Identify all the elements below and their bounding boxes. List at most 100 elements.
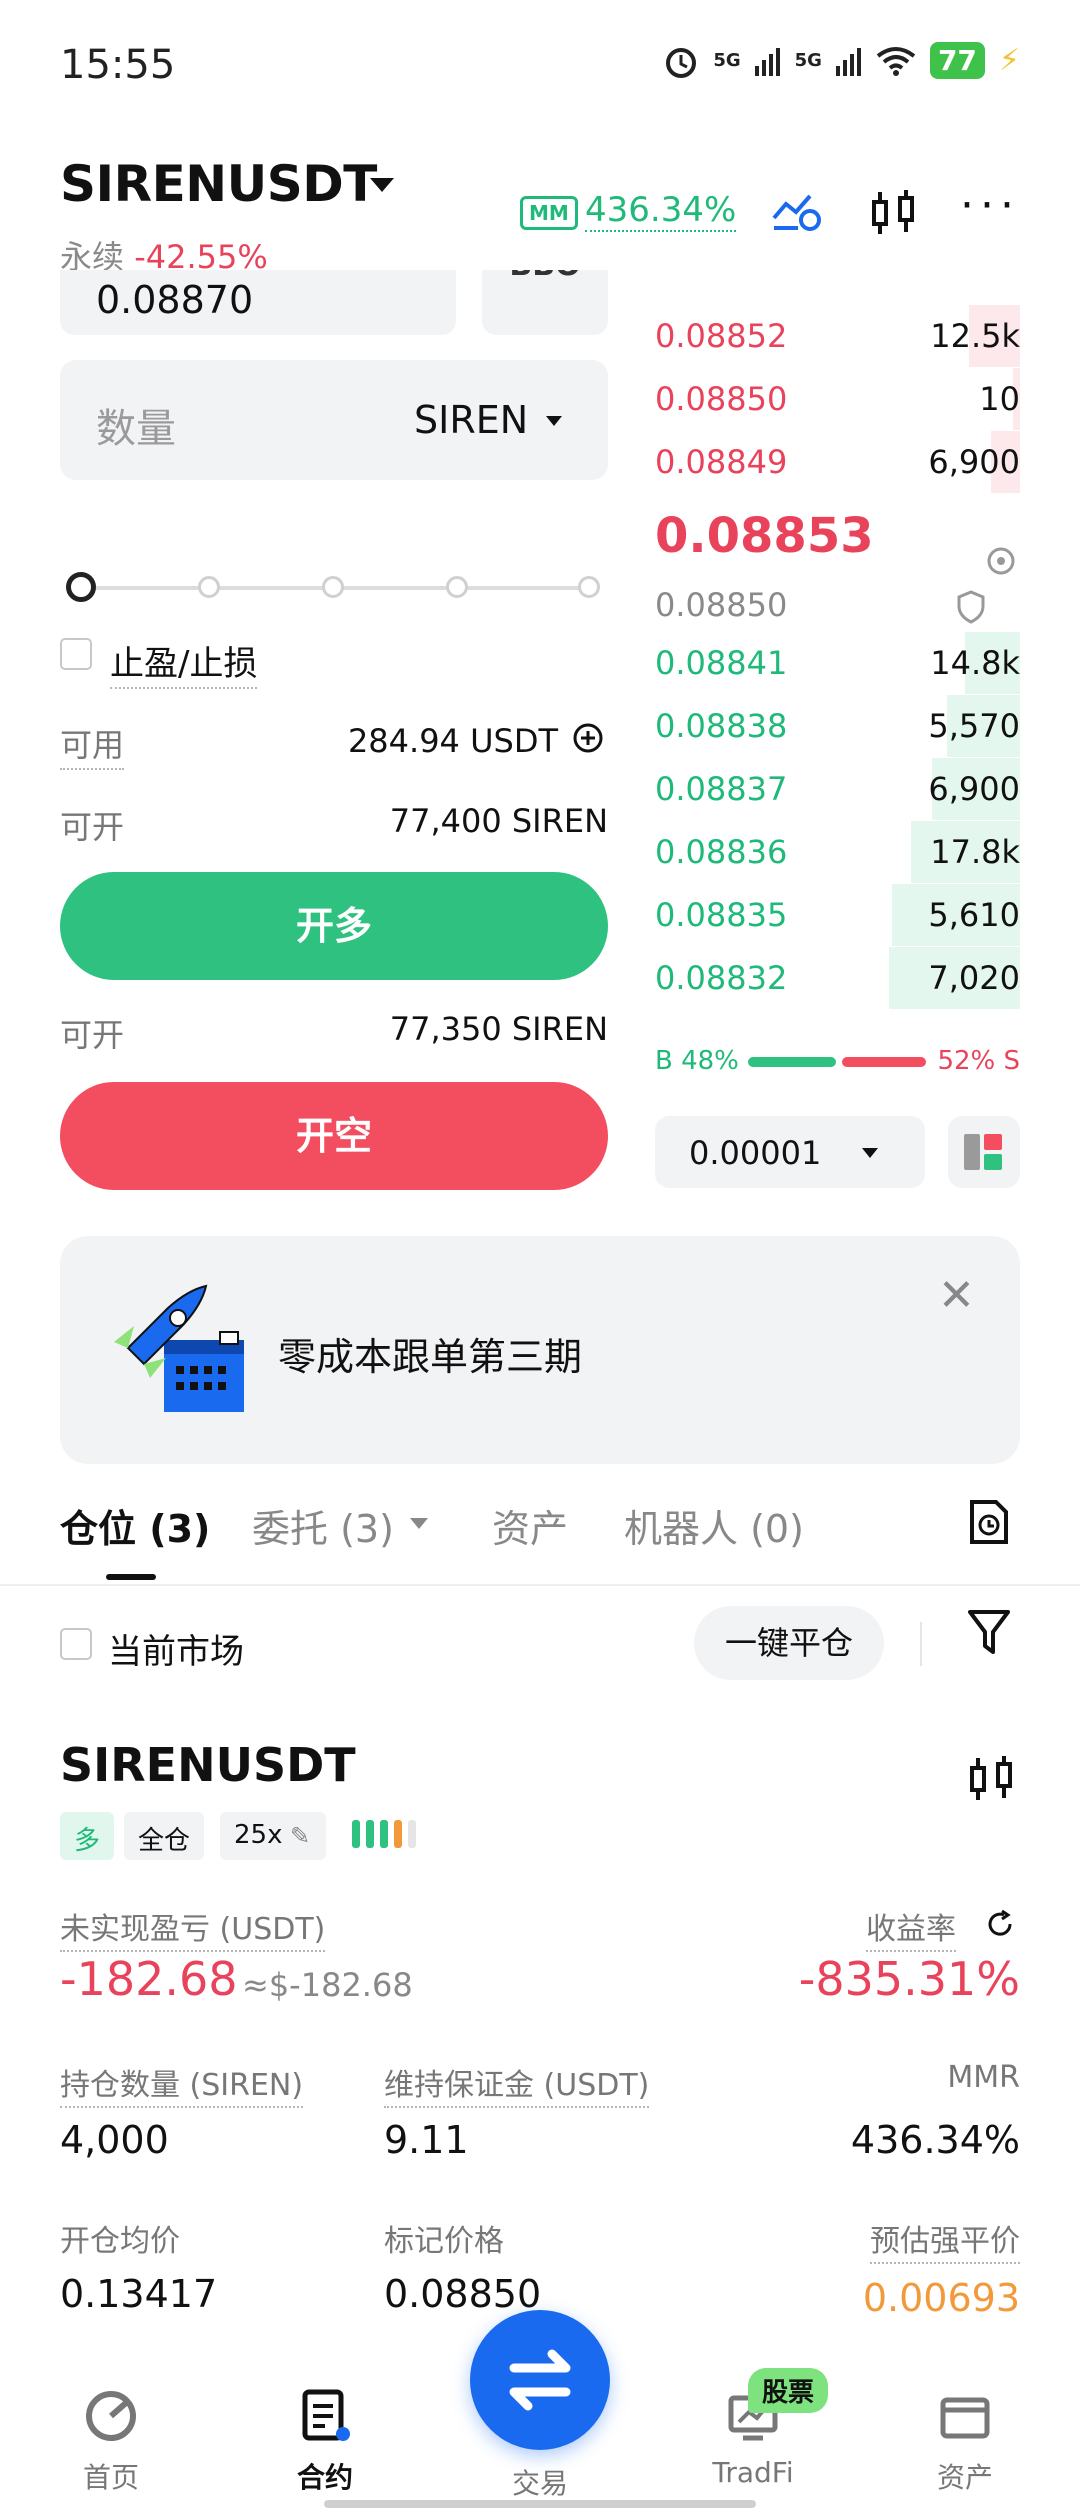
rocket-calendar-icon	[108, 1282, 258, 1426]
nav-assets[interactable]: 资产	[890, 2388, 1040, 2496]
price-value: 0.08870	[96, 278, 254, 322]
orderbook-layout-icon	[964, 1134, 1002, 1170]
nav-futures-label: 合约	[296, 2461, 353, 2494]
bid-row[interactable]: 0.08836 17.8k	[655, 821, 1020, 883]
shield-icon[interactable]	[956, 590, 986, 628]
roe-value: -835.31%	[798, 1952, 1020, 2006]
bid-row[interactable]: 0.08837 6,900	[655, 758, 1020, 820]
price-alert-icon[interactable]	[770, 188, 824, 242]
toolbar-divider	[920, 1622, 922, 1666]
mm-badge[interactable]: MM	[520, 196, 578, 230]
settings-target-icon[interactable]	[984, 544, 1018, 582]
close-all-button[interactable]: 一键平仓	[694, 1606, 884, 1680]
tab-positions[interactable]: 仓位 (3)	[60, 1498, 210, 1553]
home-icon	[86, 2391, 136, 2441]
liq-value: 0.00693	[862, 2276, 1020, 2320]
open-long-button[interactable]: 开多	[60, 872, 608, 980]
slider-node-100[interactable]	[578, 576, 600, 598]
leverage-value: 25x	[234, 1820, 283, 1850]
orderbook-layout-button[interactable]	[948, 1116, 1020, 1188]
bid-row[interactable]: 0.08835 5,610	[655, 884, 1020, 946]
tab-assets[interactable]: 资产	[492, 1498, 568, 1553]
quantity-unit-select[interactable]: SIREN	[414, 398, 528, 442]
bid-price: 0.08841	[655, 644, 788, 682]
bid-row[interactable]: 0.08841 14.8k	[655, 632, 1020, 694]
ask-price: 0.08850	[655, 380, 788, 418]
filter-icon[interactable]	[966, 1608, 1012, 1662]
position-chart-icon[interactable]	[966, 1754, 1018, 1808]
bid-price: 0.08835	[655, 896, 788, 934]
banner-text[interactable]: 零成本跟单第三期	[278, 1326, 582, 1381]
more-options-icon[interactable]: ···	[960, 180, 1020, 231]
leverage-tag[interactable]: 25x	[220, 1812, 327, 1860]
transfer-add-icon[interactable]	[572, 722, 604, 754]
ask-price: 0.08852	[655, 317, 788, 355]
tp-sl-label[interactable]: 止盈/止损	[110, 636, 258, 689]
unit-dropdown-caret-icon[interactable]	[546, 416, 562, 426]
upnl-value: -182.68	[60, 1952, 238, 2006]
slider-node-50[interactable]	[322, 576, 344, 598]
current-market-label[interactable]: 当前市场	[108, 1624, 244, 1673]
nav-futures[interactable]: 合约	[250, 2388, 400, 2496]
buy-ratio-bar	[748, 1057, 836, 1067]
size-label[interactable]: 持仓数量 (SIREN)	[60, 2060, 304, 2108]
slider-node-25[interactable]	[198, 576, 220, 598]
maint-margin-label[interactable]: 维持保证金 (USDT)	[384, 2060, 650, 2108]
ask-price: 0.08849	[655, 443, 788, 481]
ask-row[interactable]: 0.08850 10	[655, 368, 1020, 430]
bid-qty: 17.8k	[930, 833, 1020, 871]
home-indicator	[324, 2500, 756, 2508]
margin-mode-tag[interactable]: 全仓	[124, 1812, 205, 1860]
upnl-usd: ≈$-182.68	[242, 1966, 413, 2004]
roe-label[interactable]: 收益率	[866, 1904, 956, 1952]
wifi-icon	[876, 46, 916, 76]
open-short-button[interactable]: 开空	[60, 1082, 608, 1190]
liq-label[interactable]: 预估强平价	[870, 2216, 1020, 2264]
close-icon[interactable]: ✕	[938, 1270, 975, 1321]
slider-node-75[interactable]	[446, 576, 468, 598]
bid-qty: 6,900	[928, 770, 1020, 808]
price-input[interactable]: 0.08870	[60, 270, 456, 335]
pair-dropdown-caret-icon[interactable]	[370, 178, 394, 192]
tp-sl-checkbox[interactable]	[60, 638, 92, 670]
position-symbol[interactable]: SIRENUSDT	[60, 1738, 356, 1792]
open-short-max-label: 可开	[60, 1016, 125, 1054]
signal-icon	[754, 47, 780, 76]
current-market-checkbox[interactable]	[60, 1628, 92, 1660]
mark-label: 标记价格	[384, 2224, 504, 2259]
tick-dropdown-caret-icon[interactable]	[862, 1148, 878, 1158]
ask-row[interactable]: 0.08849 6,900	[655, 431, 1020, 493]
ask-qty: 12.5k	[930, 317, 1020, 355]
bbo-button[interactable]: BBO	[482, 270, 608, 335]
upnl-label[interactable]: 未实现盈亏 (USDT)	[60, 1904, 326, 1952]
pair-title[interactable]: SIRENUSDT	[60, 155, 377, 213]
battery-indicator: 77	[929, 42, 985, 79]
orders-dropdown-caret-icon[interactable]	[410, 1518, 428, 1529]
tab-orders[interactable]: 委托 (3)	[252, 1498, 394, 1553]
buy-ratio: B 48%	[655, 1046, 739, 1076]
bid-row[interactable]: 0.08832 7,020	[655, 947, 1020, 1009]
mm-ratio[interactable]: 436.34%	[585, 190, 737, 232]
quantity-placeholder: 数量	[96, 406, 176, 452]
nav-assets-label: 资产	[936, 2461, 993, 2494]
nav-home-label: 首页	[82, 2461, 139, 2494]
tab-bots[interactable]: 机器人 (0)	[624, 1498, 804, 1553]
ask-row[interactable]: 0.08852 12.5k	[655, 305, 1020, 367]
bid-price: 0.08832	[655, 959, 788, 997]
nav-home[interactable]: 首页	[36, 2388, 186, 2496]
available-label[interactable]: 可用	[60, 720, 125, 770]
trade-fab-button[interactable]	[470, 2310, 610, 2450]
refresh-icon[interactable]	[984, 1908, 1016, 1944]
candlestick-chart-icon[interactable]	[868, 188, 920, 248]
bbo-label: BBO	[509, 270, 580, 283]
history-icon[interactable]	[968, 1498, 1010, 1550]
edit-pencil-icon[interactable]: ✎	[290, 1822, 310, 1850]
bid-qty: 14.8k	[930, 644, 1020, 682]
sell-ratio: 52% S	[937, 1046, 1020, 1076]
size-value: 4,000	[60, 2118, 169, 2162]
bid-row[interactable]: 0.08838 5,570	[655, 695, 1020, 757]
tick-size-select[interactable]: 0.00001	[655, 1116, 925, 1188]
ask-qty: 10	[979, 380, 1020, 418]
network-5g-2: 5G	[794, 50, 822, 71]
slider-thumb[interactable]	[66, 572, 96, 602]
